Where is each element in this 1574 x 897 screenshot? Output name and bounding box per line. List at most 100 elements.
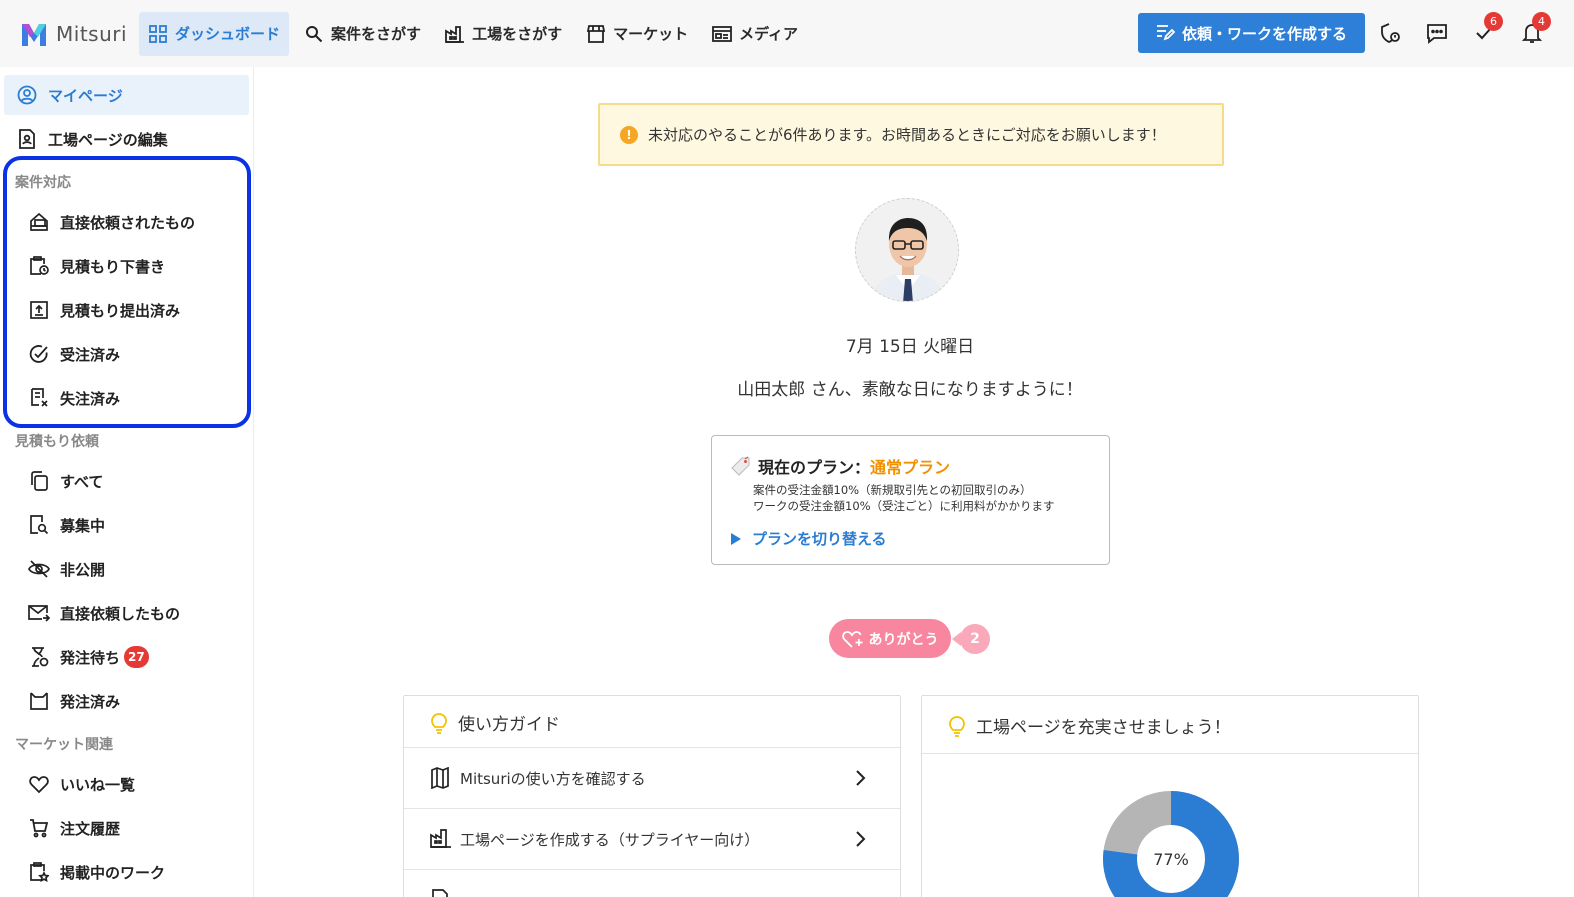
thanks-count: 2 [952, 624, 990, 654]
awaiting-order-badge: 27 [124, 646, 149, 668]
box-ordered-icon [28, 690, 50, 712]
nav-search-projects[interactable]: 案件をさがす [295, 12, 430, 56]
message-icon[interactable] [1425, 21, 1449, 45]
completion-card-title: 工場ページを充実させましょう！ [948, 713, 1231, 738]
edit-list-icon [1156, 23, 1176, 43]
top-header: Mitsuri ダッシュボード 案件をさがす 工場をさがす マーケット メディア… [0, 0, 1574, 67]
hourglass-icon [28, 646, 50, 668]
main-nav: ダッシュボード 案件をさがす 工場をさがす マーケット メディア [139, 0, 813, 67]
document-search-icon [28, 514, 50, 536]
copy-stack-icon [28, 470, 50, 492]
sidebar-item-label: 注文履歴 [60, 819, 121, 838]
sidebar-item-listed-works[interactable]: 掲載中のワーク [28, 861, 165, 883]
sidebar-item-direct-requested[interactable]: 直接依頼したもの [28, 602, 180, 624]
plan-title: 現在のプラン： 通常プラン [730, 454, 950, 478]
nav-media[interactable]: メディア [703, 12, 807, 56]
tasks-check-icon[interactable]: 6 [1472, 12, 1503, 45]
plan-title-prefix: 現在のプラン： [758, 458, 871, 477]
notification-badge: 4 [1532, 12, 1551, 31]
sidebar-item-label: 掲載中のワーク [60, 863, 166, 882]
sidebar-item-label: マイページ [48, 86, 123, 105]
mitsuri-logo-icon [20, 20, 48, 48]
eye-off-icon [28, 558, 50, 580]
factory-icon [445, 24, 465, 44]
sidebar-item-label: すべて [60, 472, 104, 491]
sidebar-heading-estimate-requests: 見積もり依頼 [15, 434, 99, 450]
sidebar: マイページ 工場ページの編集 案件対応 直接依頼されたもの 見積もり下書き 見積… [0, 67, 254, 897]
sidebar-item-label: 直接依頼したもの [60, 604, 181, 623]
completion-card-title-text: 工場ページを充実させましょう！ [976, 718, 1231, 738]
mail-send-icon [28, 602, 50, 624]
avatar [855, 198, 959, 302]
triangle-right-icon [730, 532, 744, 546]
tag-icon [730, 456, 752, 476]
guide-row-how-to-use[interactable]: Mitsuriの使い方を確認する [404, 747, 900, 808]
completion-percent: 77% [1153, 850, 1189, 869]
plan-description-1: 案件の受注金額10%（新規取引先との初回取引のみ） [753, 483, 1032, 497]
lightbulb-icon [948, 715, 968, 737]
cart-icon [28, 817, 50, 839]
bell-icon[interactable]: 4 [1520, 12, 1551, 45]
sidebar-item-order-history[interactable]: 注文履歴 [28, 817, 120, 839]
switch-plan-label: プランを切り替える [752, 530, 887, 548]
search-icon [304, 24, 324, 44]
current-date: 7月 15日 火曜日 [845, 337, 975, 357]
guide-card-title: 使い方ガイド [430, 710, 560, 735]
book-map-icon [430, 767, 452, 789]
sidebar-item-label: 工場ページの編集 [48, 130, 168, 149]
highlight-box [3, 156, 251, 428]
nav-search-factories[interactable]: 工場をさがす [436, 12, 571, 56]
guide-row-create-factory-page[interactable]: 工場ページを作成する（サプライヤー向け） [404, 808, 900, 869]
sidebar-item-label: 発注済み [60, 692, 121, 711]
nav-market[interactable]: マーケット [577, 12, 697, 56]
create-button-label: 依頼・ワークを作成する [1181, 24, 1347, 43]
store-icon [586, 24, 606, 44]
sidebar-item-mypage[interactable]: マイページ [4, 75, 249, 115]
completion-donut-chart: 77% [1103, 791, 1239, 897]
card-divider [922, 753, 1418, 754]
nav-label: ダッシュボード [175, 25, 281, 43]
grid-icon [148, 24, 168, 44]
warning-icon: ! [620, 125, 638, 144]
thanks-button[interactable]: ありがとう [829, 619, 951, 658]
sidebar-item-recruiting[interactable]: 募集中 [28, 514, 105, 536]
nav-label: 工場をさがす [472, 25, 563, 43]
profile-document-icon [16, 128, 38, 150]
nav-label: メディア [739, 25, 799, 43]
sidebar-item-likes[interactable]: いいね一覧 [28, 773, 135, 795]
thanks-label: ありがとう [868, 631, 939, 648]
heart-plus-icon [841, 629, 864, 649]
guide-row-partial[interactable] [404, 869, 900, 897]
sidebar-item-label: 非公開 [60, 560, 106, 579]
nav-label: マーケット [613, 25, 689, 43]
brand-logo[interactable]: Mitsuri [20, 14, 127, 54]
lightbulb-icon [430, 712, 450, 734]
greeting-text: 山田太郎 さん、素敵な日になりますように！ [737, 380, 1083, 400]
sidebar-item-label: 発注待ち [60, 648, 121, 667]
sidebar-item-awaiting-order[interactable]: 発注待ち 27 [28, 645, 149, 669]
heart-icon [28, 773, 50, 795]
switch-plan-link[interactable]: プランを切り替える [730, 528, 887, 549]
nav-dashboard[interactable]: ダッシュボード [139, 11, 290, 56]
chevron-right-icon [856, 831, 866, 847]
completion-card: 工場ページを充実させましょう！ 77% [921, 695, 1419, 897]
user-circle-icon [16, 84, 38, 106]
document-icon [430, 889, 452, 897]
guide-row-label: 工場ページを作成する（サプライヤー向け） [460, 830, 760, 849]
main-content: ! 未対応のやることが6件あります。お時間あるときにご対応をお願いします！ 7月… [255, 67, 1574, 897]
sidebar-item-all[interactable]: すべて [28, 470, 103, 492]
sidebar-item-edit-factory[interactable]: 工場ページの編集 [16, 127, 168, 151]
clipboard-star-icon [28, 861, 50, 883]
sidebar-item-label: 募集中 [60, 516, 106, 535]
chevron-right-icon [856, 770, 866, 786]
todo-alert[interactable]: ! 未対応のやることが6件あります。お時間あるときにご対応をお願いします！ [598, 103, 1224, 166]
create-request-button[interactable]: 依頼・ワークを作成する [1138, 13, 1365, 53]
guide-card-title-text: 使い方ガイド [458, 715, 560, 735]
sidebar-item-ordered[interactable]: 発注済み [28, 690, 120, 712]
guide-row-label: Mitsuriの使い方を確認する [460, 769, 646, 788]
sidebar-item-private[interactable]: 非公開 [28, 558, 105, 580]
alert-text: 未対応のやることが6件あります。お時間あるときにご対応をお願いします！ [648, 126, 1166, 144]
guide-card: 使い方ガイド Mitsuriの使い方を確認する 工場ページを作成する（サプライヤ… [403, 695, 901, 897]
sidebar-heading-market: マーケット関連 [15, 737, 113, 753]
security-badge-icon[interactable] [1378, 21, 1402, 45]
